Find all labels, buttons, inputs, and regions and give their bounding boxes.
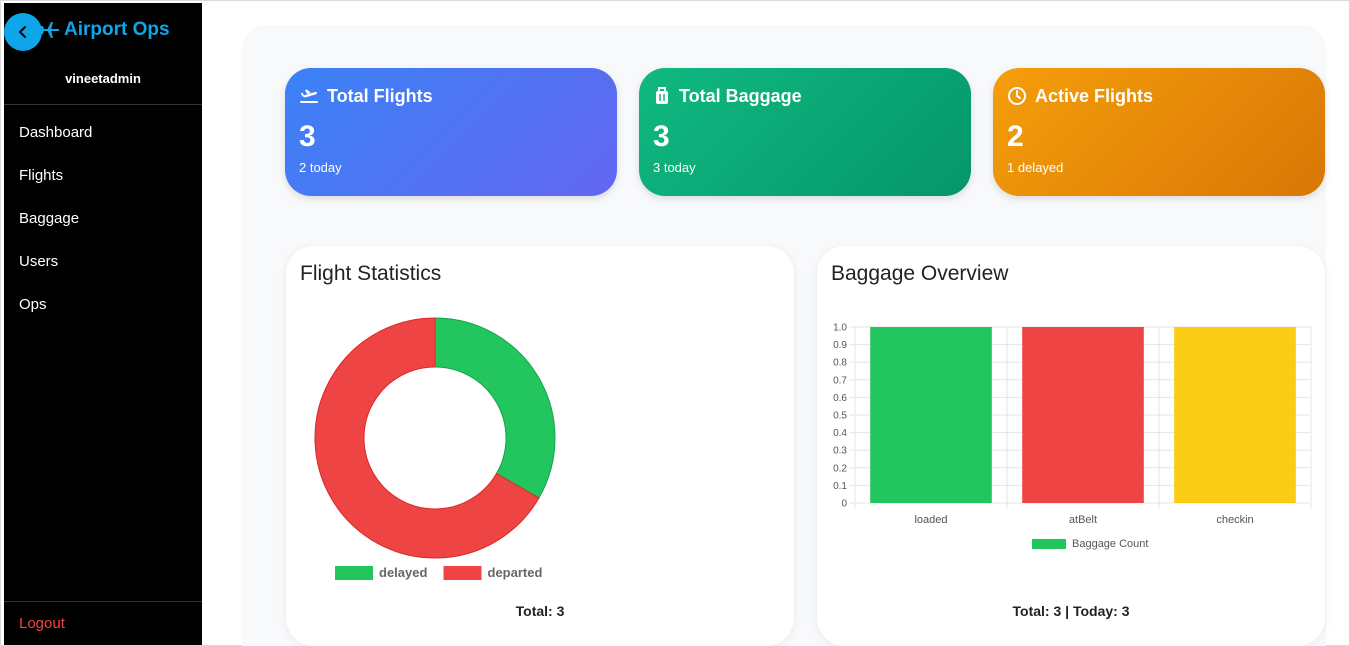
sidebar-divider xyxy=(4,104,202,105)
y-tick-label: 0.7 xyxy=(833,375,847,386)
flight-statistics-total: Total: 3 xyxy=(515,603,565,619)
airplane-icon xyxy=(41,22,59,38)
bar-atBelt[interactable] xyxy=(1022,327,1144,503)
y-tick-label: 0 xyxy=(841,499,847,510)
logout-link[interactable]: Logout xyxy=(19,615,65,632)
y-tick-label: 0.3 xyxy=(833,446,847,457)
y-tick-label: 0.4 xyxy=(833,428,847,439)
legend-swatch-baggage-count xyxy=(1032,539,1066,549)
y-tick-label: 0.6 xyxy=(833,393,847,404)
total-baggage-card: Total Baggage 3 3 today xyxy=(639,68,971,196)
legend-label-delayed[interactable]: delayed xyxy=(379,565,427,580)
sidebar-nav: Dashboard Flights Baggage Users Ops xyxy=(4,115,202,330)
legend-swatch-delayed xyxy=(335,566,373,580)
sidebar-item-users[interactable]: Users xyxy=(4,244,202,287)
brand: Airport Ops xyxy=(40,19,170,41)
total-flights-card: Total Flights 3 2 today xyxy=(285,68,617,196)
total-baggage-value: 3 xyxy=(653,120,670,153)
x-tick-label: loaded xyxy=(914,514,947,526)
x-tick-label: checkin xyxy=(1216,514,1253,526)
collapse-sidebar-button[interactable] xyxy=(4,13,42,51)
legend-swatch-departed xyxy=(443,566,482,580)
bar-loaded[interactable] xyxy=(870,327,992,503)
sidebar-item-flights[interactable]: Flights xyxy=(4,158,202,201)
clock-icon xyxy=(1008,87,1026,105)
donut-slice-delayed[interactable] xyxy=(434,317,556,499)
total-baggage-sub: 3 today xyxy=(653,160,696,175)
x-tick-label: atBelt xyxy=(1069,514,1097,526)
y-tick-label: 1.0 xyxy=(833,323,847,334)
app-window: Airport Ops vineetadmin Dashboard Flight… xyxy=(0,0,1350,646)
active-flights-sub: 1 delayed xyxy=(1007,160,1064,175)
luggage-icon xyxy=(656,87,668,104)
y-tick-label: 0.8 xyxy=(833,358,847,369)
current-user-name: vineetadmin xyxy=(65,71,141,86)
total-flights-value: 3 xyxy=(299,120,316,153)
sidebar-divider-bottom xyxy=(4,601,202,602)
total-flights-title: Total Flights xyxy=(327,85,433,106)
baggage-overview-total: Total: 3 | Today: 3 xyxy=(1012,603,1130,619)
legend-label-baggage-count[interactable]: Baggage Count xyxy=(1072,538,1148,550)
y-tick-label: 0.9 xyxy=(833,340,847,351)
y-tick-label: 0.2 xyxy=(833,463,847,474)
active-flights-card: Active Flights 2 1 delayed xyxy=(993,68,1325,196)
y-tick-label: 0.1 xyxy=(833,481,847,492)
sidebar-item-baggage[interactable]: Baggage xyxy=(4,201,202,244)
chevron-left-icon xyxy=(19,26,26,38)
brand-name: Airport Ops xyxy=(64,19,170,40)
y-tick-label: 0.5 xyxy=(833,411,847,422)
baggage-bar-chart: 0 0.1 0.2 0.3 0.4 0.5 0.6 0.7 0.8 0.9 1.0 loaded atB… xyxy=(833,323,1312,550)
flight-statistics-card: Flight Statistics delayed departed Total:… xyxy=(286,246,794,646)
flight-status-donut-chart: delayed departed xyxy=(314,317,556,580)
sidebar-item-dashboard[interactable]: Dashboard xyxy=(4,115,202,158)
sidebar-item-ops[interactable]: Ops xyxy=(4,287,202,330)
sidebar: Airport Ops vineetadmin Dashboard Flight… xyxy=(4,3,202,645)
bar-checkin[interactable] xyxy=(1174,327,1296,503)
plane-departure-icon xyxy=(300,89,318,103)
total-flights-sub: 2 today xyxy=(299,160,342,175)
baggage-overview-card: Baggage Overview 0 0.1 0.2 0.3 0.4 0.5 0.6 0.7 0… xyxy=(817,246,1325,646)
active-flights-value: 2 xyxy=(1007,120,1024,153)
legend-label-departed[interactable]: departed xyxy=(488,565,543,580)
active-flights-title: Active Flights xyxy=(1035,85,1154,106)
total-baggage-title: Total Baggage xyxy=(679,85,802,106)
